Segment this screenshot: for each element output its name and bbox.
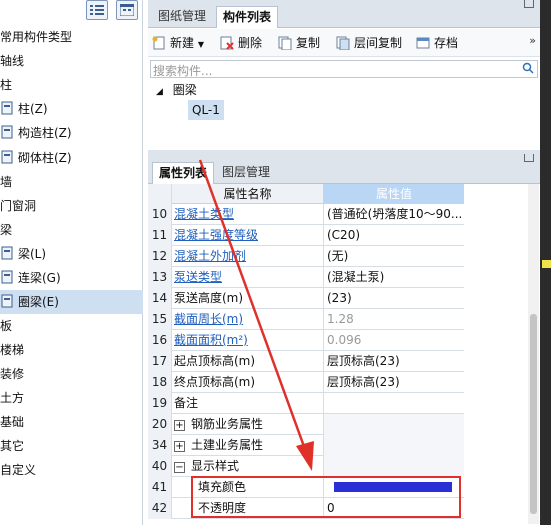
annotation-arrow [198, 159, 314, 471]
edge-marker [542, 260, 551, 268]
screen-edge [540, 0, 551, 525]
